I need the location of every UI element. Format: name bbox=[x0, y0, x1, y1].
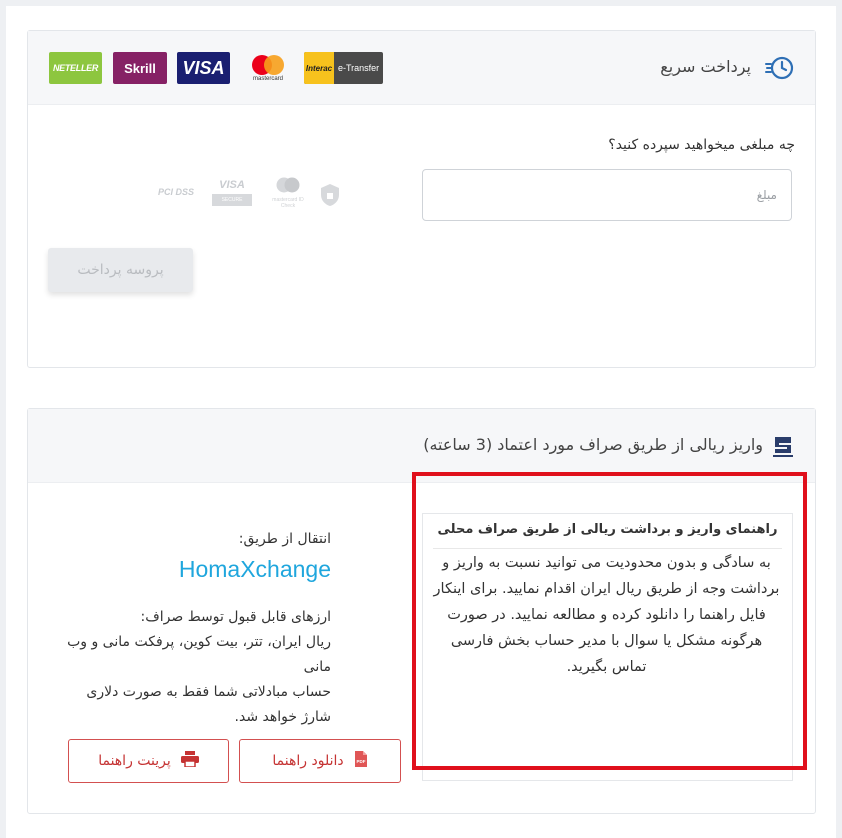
visa-logo-text: VISA bbox=[182, 57, 225, 78]
print-guide-button[interactable]: پرینت راهنما bbox=[68, 739, 229, 783]
guide-text: به سادگی و بدون محدودیت می توانید نسبت ب… bbox=[433, 555, 780, 675]
amount-input[interactable] bbox=[422, 169, 792, 221]
neteller-logo: NETELLER bbox=[49, 52, 102, 84]
printer-icon bbox=[180, 751, 199, 771]
visa-secure-subtext: SECURE bbox=[212, 194, 252, 206]
interac-logo-text: Interac bbox=[304, 52, 334, 84]
pci-dss-badge: PCI DSS bbox=[158, 187, 195, 197]
interac-logo: Interac e-Transfer bbox=[304, 52, 383, 84]
rial-deposit-title: واریز ریالی از طریق صراف مورد اعتماد (3 … bbox=[423, 435, 763, 454]
exchange-logo-icon bbox=[771, 433, 795, 463]
download-guide-label: دانلود راهنما bbox=[272, 753, 344, 769]
accepted-currencies-list: ریال ایران، تتر، بیت کوین، پرفکت مانی و … bbox=[67, 634, 331, 675]
guide-title: راهنمای واریز و برداشت ریالی از طریق صرا… bbox=[433, 522, 782, 549]
mastercard-logo-text: mastercard bbox=[252, 76, 283, 82]
clock-speed-icon bbox=[765, 54, 795, 82]
security-badges: PCI DSS VISA SECURE mastercard ID Check bbox=[158, 177, 343, 221]
quick-pay-title: پرداخت سریع bbox=[660, 57, 751, 76]
quick-pay-header: پرداخت سریع NETELLER Skrill VISA masterc… bbox=[28, 31, 815, 105]
visa-logo: VISA bbox=[177, 52, 230, 84]
visa-secure-badge: VISA SECURE bbox=[212, 179, 252, 213]
skrill-logo-text: Skrill bbox=[124, 60, 156, 76]
quick-pay-card: پرداخت سریع NETELLER Skrill VISA masterc… bbox=[27, 30, 816, 368]
mastercard-logo: mastercard bbox=[241, 52, 295, 84]
accepted-currencies-title: ارزهای قابل قبول توسط صراف: bbox=[140, 609, 331, 625]
neteller-logo-text: NETELLER bbox=[52, 63, 99, 73]
svg-text:PDF: PDF bbox=[356, 759, 365, 764]
mc-id-check-text: mastercard ID Check bbox=[272, 197, 304, 209]
guide-box: راهنمای واریز و برداشت ریالی از طریق صرا… bbox=[422, 513, 793, 781]
pdf-icon: PDF bbox=[354, 750, 368, 772]
account-charge-note: حساب مبادلاتی شما فقط به صورت دلاری شارژ… bbox=[86, 684, 331, 725]
rial-deposit-header: واریز ریالی از طریق صراف مورد اعتماد (3 … bbox=[28, 409, 815, 483]
rial-deposit-card: واریز ریالی از طریق صراف مورد اعتماد (3 … bbox=[27, 408, 816, 814]
print-guide-label: پرینت راهنما bbox=[98, 753, 171, 769]
provider-name: HomaXchange bbox=[178, 556, 331, 582]
mastercard-id-check-badge: mastercard ID Check bbox=[266, 177, 310, 217]
deposit-question-label: چه مبلغی میخواهید سپرده کنید؟ bbox=[608, 137, 795, 153]
etransfer-logo-text: e-Transfer bbox=[338, 63, 380, 73]
download-guide-button[interactable]: PDF دانلود راهنما bbox=[239, 739, 401, 783]
skrill-logo: Skrill bbox=[113, 52, 167, 84]
page-container: پرداخت سریع NETELLER Skrill VISA masterc… bbox=[6, 6, 836, 838]
mc-check-circles bbox=[276, 177, 300, 193]
proceed-payment-button[interactable]: پروسه پرداخت bbox=[48, 248, 193, 292]
shield-lock-icon bbox=[320, 183, 340, 211]
transfer-via-label: انتقال از طریق: bbox=[238, 531, 331, 547]
mastercard-circles bbox=[252, 55, 284, 75]
visa-secure-text: VISA bbox=[219, 179, 245, 191]
